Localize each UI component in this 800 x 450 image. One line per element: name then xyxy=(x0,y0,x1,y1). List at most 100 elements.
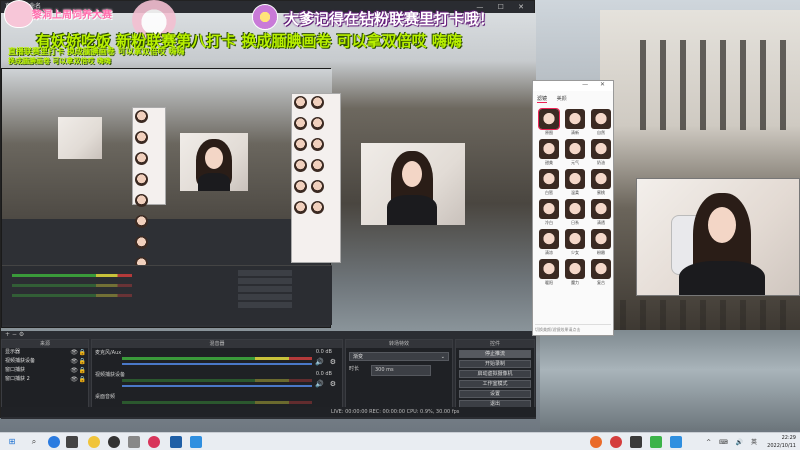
filter-grid: 原图 清新 自然甜美 元气 奶油白皙 温柔 蜜桃冷白 日系 清透清凉 少女 粉嫩暖阳 魔力 复古 xyxy=(533,105,613,290)
lock-icon: 🔒 xyxy=(78,376,86,383)
steam-icon[interactable] xyxy=(170,436,182,448)
obs-icon[interactable] xyxy=(108,436,120,448)
filter-item[interactable]: 清凉 xyxy=(537,229,561,256)
eye-icon: 👁 xyxy=(70,358,78,365)
filter-item[interactable]: 少女 xyxy=(563,229,587,256)
filter-item[interactable]: 清透 xyxy=(589,199,613,226)
filter-item[interactable]: 暖阳 xyxy=(537,259,561,286)
virtual-camera-button[interactable]: 启动虚拟摄像机 xyxy=(459,370,531,378)
preview-webcam xyxy=(361,143,465,225)
filter-thumbnail xyxy=(539,259,559,279)
filter-item[interactable]: 白皙 xyxy=(537,169,561,196)
filter-item[interactable]: 魔力 xyxy=(563,259,587,286)
eye-icon: 👁 xyxy=(70,349,78,356)
speaker-icon[interactable]: 🔊 xyxy=(315,380,324,388)
store-icon[interactable] xyxy=(190,436,202,448)
filter-item[interactable]: 甜美 xyxy=(537,139,561,166)
filter-thumbnail xyxy=(539,139,559,159)
filter-window[interactable]: — ✕ 滤镜 美颜 原图 清新 自然甜美 元气 奶油白皙 温柔 蜜桃冷白 日系 清透清凉 少女 粉嫩… xyxy=(532,80,614,336)
volume-slider[interactable] xyxy=(122,363,312,365)
mixer-channel: 视频捕获设备 0.0 dB 🔊 ⚙ xyxy=(92,370,342,392)
transition-select[interactable]: 渐变 ⌄ xyxy=(349,352,449,361)
filter-item[interactable]: 奶油 xyxy=(589,139,613,166)
filter-label: 甜美 xyxy=(545,160,553,165)
filter-label: 元气 xyxy=(571,160,579,165)
nested-preview xyxy=(2,69,332,219)
lock-icon: 🔒 xyxy=(78,358,86,365)
settings-button[interactable]: 设置 xyxy=(459,390,531,398)
tab-filters[interactable]: 滤镜 xyxy=(537,96,548,103)
filter-item[interactable]: 冷白 xyxy=(537,199,561,226)
filter-thumbnail xyxy=(565,109,585,129)
tray-app-icon[interactable] xyxy=(670,436,682,448)
mixer-dock: 混音器 麦克风/Aux 0.0 dB 🔊 ⚙ 视频捕获设备 0.0 dB 🔊 ⚙… xyxy=(91,339,343,417)
gear-icon[interactable]: ⚙ xyxy=(330,358,336,366)
clock[interactable]: 22:29 2022/10/11 xyxy=(767,434,796,450)
system-tray[interactable]: ^ ⌨ 🔊 英 xyxy=(706,437,760,446)
filter-item[interactable]: 温柔 xyxy=(563,169,587,196)
marquee-text-small: 换成腼腆画卷 可以拿双倍哎 嗨嗨 xyxy=(8,57,111,65)
channel-db: 0.0 dB xyxy=(315,349,332,355)
filter-thumbnail xyxy=(591,169,611,189)
tray-app-icon[interactable] xyxy=(590,436,602,448)
nested-docks xyxy=(2,265,332,325)
filter-item[interactable]: 粉嫩 xyxy=(589,229,613,256)
lock-icon: 🔒 xyxy=(78,349,86,356)
search-icon[interactable]: ⌕ xyxy=(28,436,40,448)
filter-item[interactable]: 日系 xyxy=(563,199,587,226)
edge-icon[interactable] xyxy=(48,436,60,448)
filter-label: 清新 xyxy=(571,130,579,135)
filter-thumbnail xyxy=(591,259,611,279)
filter-thumbnail xyxy=(591,229,611,249)
stop-streaming-button[interactable]: 停止推流 xyxy=(459,350,531,358)
duration-input[interactable]: 300 ms xyxy=(371,365,431,376)
webcam-feed xyxy=(636,178,800,296)
filter-thumbnail xyxy=(539,229,559,249)
filter-thumbnail xyxy=(565,259,585,279)
tray-app-icon[interactable] xyxy=(610,436,622,448)
studio-mode-button[interactable]: 工作室模式 xyxy=(459,380,531,388)
windows-icon[interactable]: ⊞ xyxy=(6,436,18,448)
start-recording-button[interactable]: 开始录制 xyxy=(459,360,531,368)
filter-item[interactable]: 复古 xyxy=(589,259,613,286)
filter-item[interactable]: 自然 xyxy=(589,109,613,136)
controls-dock: 控件 停止推流 开始录制 启动虚拟摄像机 工作室模式 设置 退出 xyxy=(455,339,535,417)
source-item[interactable]: 窗口捕获 👁 🔒 xyxy=(2,366,88,375)
filter-item[interactable]: 元气 xyxy=(563,139,587,166)
nested-obs xyxy=(1,68,332,328)
filter-footer: 切换美颜/滤镜效果请点击 xyxy=(535,324,611,333)
app-icon[interactable] xyxy=(148,436,160,448)
filter-thumbnail xyxy=(565,169,585,189)
scene-toolbar[interactable]: + − ⚙ xyxy=(5,331,24,338)
folder-icon[interactable] xyxy=(88,436,100,448)
source-item[interactable]: 窗口捕获 2 👁 🔒 xyxy=(2,375,88,384)
filter-thumbnail xyxy=(538,108,560,130)
filter-label: 少女 xyxy=(571,250,579,255)
filter-item[interactable]: 原图 xyxy=(537,108,561,136)
filter-label: 清透 xyxy=(597,220,605,225)
tray-app-icon[interactable] xyxy=(650,436,662,448)
filter-label: 日系 xyxy=(571,220,579,225)
filter-item[interactable]: 蜜桃 xyxy=(589,169,613,196)
filter-item[interactable]: 清新 xyxy=(563,109,587,136)
nested-filter-panel xyxy=(132,107,166,270)
source-item[interactable]: 视频捕获设备 👁 🔒 xyxy=(2,357,88,366)
filter-thumbnail xyxy=(565,199,585,219)
filter-label: 清凉 xyxy=(545,250,553,255)
volume-slider[interactable] xyxy=(122,385,312,387)
tray-app-icon[interactable] xyxy=(630,436,642,448)
sources-dock-title: 来源 xyxy=(2,340,88,348)
filter-label: 魔力 xyxy=(571,280,579,285)
task-view-icon[interactable] xyxy=(66,436,78,448)
speaker-icon[interactable]: 🔊 xyxy=(315,358,324,366)
nested-webcam-2 xyxy=(58,117,102,159)
filter-label: 蜜桃 xyxy=(597,190,605,195)
channel-label: 视频捕获设备 xyxy=(95,372,126,378)
app-icon[interactable] xyxy=(128,436,140,448)
filter-thumbnail xyxy=(565,139,585,159)
gear-icon[interactable]: ⚙ xyxy=(330,380,336,388)
source-item[interactable]: 显示器 👁 🔒 xyxy=(2,348,88,357)
obs-docks: + − ⚙ 来源 显示器 👁 🔒 视频捕获设备 👁 🔒 窗口捕获 👁 🔒 窗口捕获 2 👁 🔒 … xyxy=(1,331,536,419)
tab-beauty[interactable]: 美颜 xyxy=(557,96,567,102)
filter-window-controls[interactable]: — ✕ xyxy=(533,81,613,91)
